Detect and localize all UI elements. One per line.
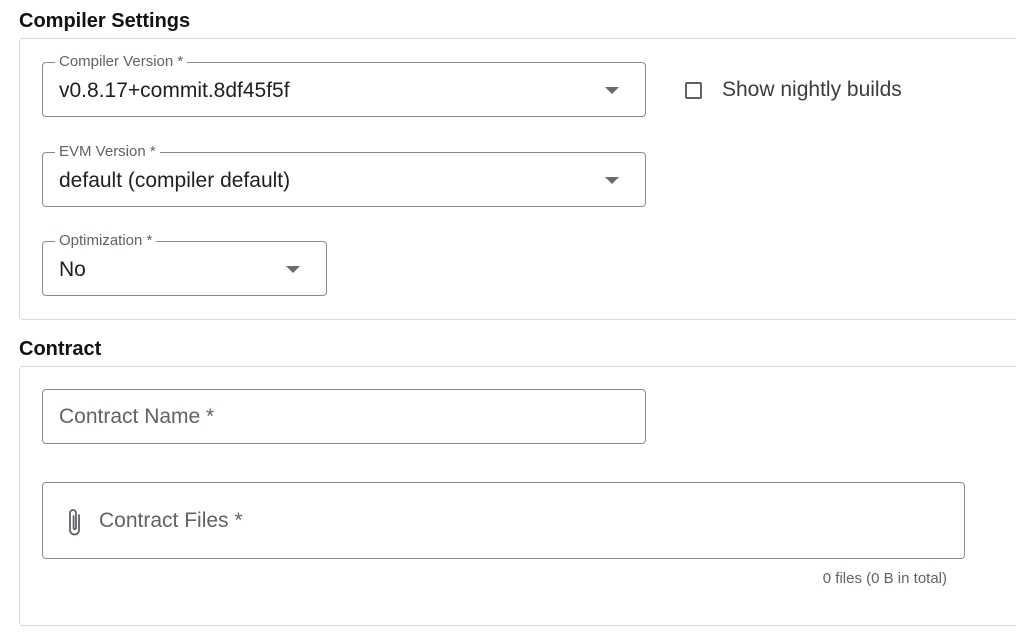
chevron-down-icon bbox=[605, 177, 619, 184]
compiler-settings-title: Compiler Settings bbox=[19, 10, 191, 32]
files-summary: 0 files (0 B in total) bbox=[822, 570, 947, 587]
nightly-builds-label: Show nightly builds bbox=[722, 78, 902, 101]
nightly-builds-checkbox[interactable]: Show nightly builds bbox=[685, 78, 902, 102]
evm-version-value: default (compiler default) bbox=[59, 169, 291, 192]
contract-files-placeholder: Contract Files * bbox=[99, 509, 243, 532]
contract-title: Contract bbox=[19, 338, 102, 360]
compiler-version-label: Compiler Version * bbox=[55, 53, 188, 71]
compiler-version-select[interactable]: Compiler Version * v0.8.17+commit.8df45f… bbox=[42, 53, 646, 117]
checkbox-unchecked-icon[interactable] bbox=[685, 81, 702, 99]
evm-version-select[interactable]: EVM Version * default (compiler default) bbox=[42, 143, 646, 207]
chevron-down-icon bbox=[286, 266, 300, 273]
compiler-version-value: v0.8.17+commit.8df45f5f bbox=[59, 79, 290, 102]
optimization-value: No bbox=[59, 258, 86, 281]
contract-name-input[interactable]: Contract Name * bbox=[42, 389, 646, 444]
contract-name-placeholder: Contract Name * bbox=[59, 405, 215, 428]
optimization-label: Optimization * bbox=[55, 232, 157, 250]
paperclip-icon bbox=[66, 507, 84, 544]
optimization-select[interactable]: Optimization * No bbox=[42, 232, 327, 296]
evm-version-label: EVM Version * bbox=[55, 143, 160, 161]
chevron-down-icon bbox=[605, 87, 619, 94]
contract-files-dropzone[interactable]: Contract Files * bbox=[42, 482, 965, 559]
